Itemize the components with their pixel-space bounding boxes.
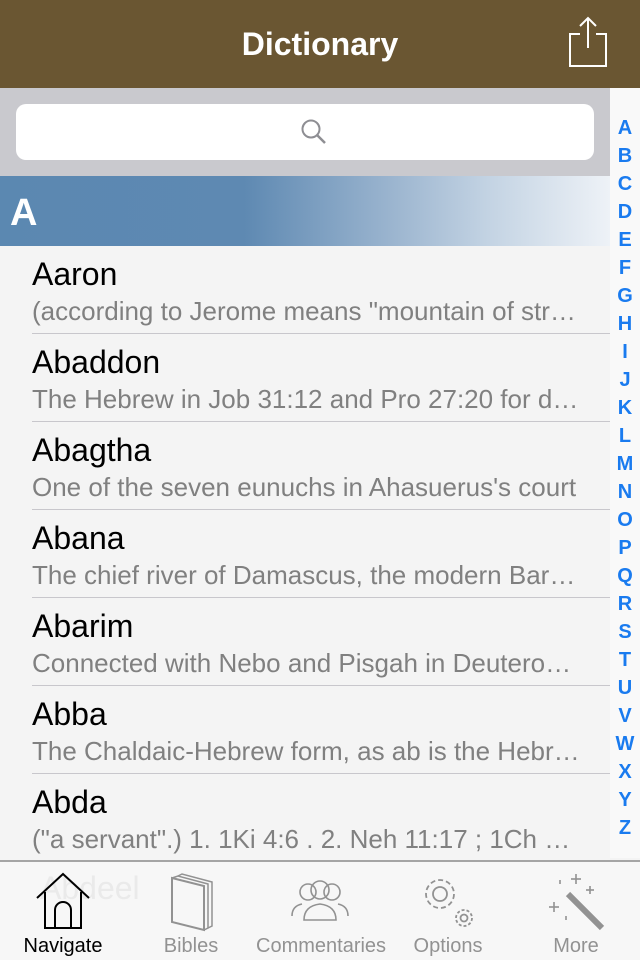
share-button[interactable]: [566, 14, 610, 70]
index-letter[interactable]: F: [610, 254, 640, 282]
entry-description: The chief river of Damascus, the modern …: [32, 560, 582, 590]
entry-term: Abana: [32, 520, 125, 556]
index-letter[interactable]: W: [610, 730, 640, 758]
home-icon: [36, 872, 90, 929]
index-letter[interactable]: D: [610, 198, 640, 226]
entry-description: ("a servant".) 1. 1Ki 4:6 . 2. Neh 11:17…: [32, 824, 582, 854]
index-letter[interactable]: A: [610, 114, 640, 142]
tab-options[interactable]: Options: [386, 862, 510, 960]
entry-term: Aaron: [32, 256, 118, 292]
section-header: A: [0, 176, 610, 246]
entry-term: Abda: [32, 784, 107, 820]
index-letter[interactable]: O: [610, 506, 640, 534]
index-letter[interactable]: X: [610, 758, 640, 786]
index-letter[interactable]: H: [610, 310, 640, 338]
index-letter[interactable]: E: [610, 226, 640, 254]
index-letter[interactable]: J: [610, 366, 640, 394]
search-bar: [0, 88, 610, 176]
tab-label: More: [553, 935, 599, 957]
people-icon: [291, 880, 349, 921]
index-letter[interactable]: R: [610, 590, 640, 618]
index-letter[interactable]: Y: [610, 786, 640, 814]
entry-description: One of the seven eunuchs in Ahasuerus's …: [32, 472, 577, 502]
index-letter[interactable]: U: [610, 674, 640, 702]
index-letter[interactable]: B: [610, 142, 640, 170]
tab-label: Navigate: [23, 935, 103, 957]
index-letter[interactable]: I: [610, 338, 640, 366]
index-letter[interactable]: P: [610, 534, 640, 562]
magic-wand-icon: [549, 874, 605, 931]
tab-bar: Abdeel Navigate Bibles Commentaries Opti…: [0, 860, 640, 960]
navigation-bar: Dictionary: [0, 0, 640, 88]
tab-navigate[interactable]: Navigate: [0, 862, 126, 960]
tab-more[interactable]: More: [512, 862, 640, 960]
list-item[interactable]: Abana The chief river of Damascus, the mo…: [0, 510, 610, 598]
tab-label: Options: [413, 935, 483, 957]
entry-term: Abarim: [32, 608, 134, 644]
entry-term: Abba: [32, 696, 107, 732]
index-letter[interactable]: G: [610, 282, 640, 310]
index-letter[interactable]: K: [610, 394, 640, 422]
entry-description: The Hebrew in Job 31:12 and Pro 27:20 fo…: [32, 384, 582, 414]
tab-label: Commentaries: [256, 935, 387, 957]
index-letter[interactable]: C: [610, 170, 640, 198]
tab-commentaries[interactable]: Commentaries: [256, 862, 387, 960]
search-input[interactable]: [16, 104, 594, 160]
list-item[interactable]: Abarim Connected with Nebo and Pisgah in …: [0, 598, 610, 686]
index-letter[interactable]: Z: [610, 814, 640, 842]
tab-bibles[interactable]: Bibles: [128, 862, 254, 960]
index-letter[interactable]: S: [610, 618, 640, 646]
entry-term: Abagtha: [32, 432, 152, 468]
index-letter[interactable]: M: [610, 450, 640, 478]
entry-description: The Chaldaic-Hebrew form, as ab is the H…: [32, 736, 582, 766]
index-letter[interactable]: Q: [610, 562, 640, 590]
entry-description: (according to Jerome means "mountain of …: [32, 296, 582, 326]
book-icon: [171, 873, 213, 932]
entry-term: Abaddon: [32, 344, 161, 380]
list-item[interactable]: Abaddon The Hebrew in Job 31:12 and Pro 2…: [0, 334, 610, 422]
search-icon: [301, 119, 326, 144]
list-item[interactable]: Abba The Chaldaic-Hebrew form, as ab is t…: [0, 686, 610, 774]
index-letter[interactable]: N: [610, 478, 640, 506]
list-item[interactable]: Aaron (according to Jerome means "mountai…: [0, 246, 610, 334]
list-item[interactable]: Abagtha One of the seven eunuchs in Ahasu…: [0, 422, 610, 510]
tab-label: Bibles: [163, 935, 219, 957]
index-letter[interactable]: L: [610, 422, 640, 450]
section-letter: A: [10, 192, 38, 234]
share-icon: [569, 16, 607, 67]
list-item[interactable]: Abda ("a servant".) 1. 1Ki 4:6 . 2. Neh 1…: [0, 774, 610, 862]
page-title: Dictionary: [241, 26, 399, 62]
entry-description: Connected with Nebo and Pisgah in Deuter…: [32, 648, 582, 678]
index-letter[interactable]: V: [610, 702, 640, 730]
gears-icon: [425, 879, 473, 927]
app: Dictionary A Aaron (according to Jerome m…: [0, 0, 640, 960]
index-letter[interactable]: T: [610, 646, 640, 674]
section-index[interactable]: ABCDEFGHIJKLMNOPQRSTUVWXYZ: [610, 88, 640, 858]
dictionary-list: Aaron (according to Jerome means "mountai…: [0, 246, 610, 862]
